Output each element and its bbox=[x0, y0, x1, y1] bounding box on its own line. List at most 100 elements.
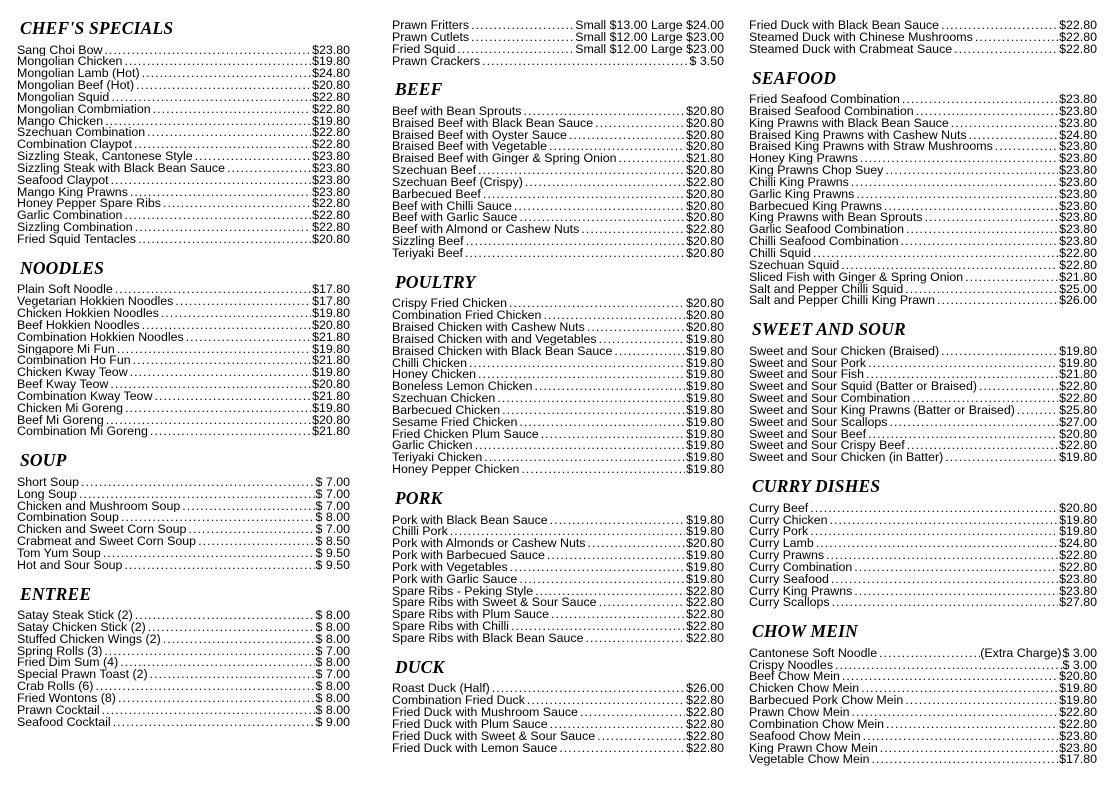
menu-item[interactable]: Sizzling Beef...........................… bbox=[392, 236, 724, 248]
menu-item[interactable]: Teriyaki Beef...........................… bbox=[392, 248, 724, 260]
menu-item[interactable]: Sang Choi Bow...........................… bbox=[17, 45, 350, 57]
menu-item[interactable]: Sizzling Steak, Cantonese Style.........… bbox=[17, 151, 350, 163]
menu-item[interactable]: Curry Pork..............................… bbox=[749, 526, 1097, 538]
menu-item[interactable]: Beef Mi Goreng..........................… bbox=[17, 415, 350, 427]
menu-item[interactable]: Short Soup..............................… bbox=[17, 477, 350, 489]
menu-item[interactable]: Salt and Pepper Chilli Squid............… bbox=[749, 284, 1097, 296]
menu-item[interactable]: Special Prawn Toast (2).................… bbox=[17, 669, 350, 681]
menu-item[interactable]: Pork with Garlic Sauce..................… bbox=[392, 574, 724, 586]
menu-item[interactable]: Braised Beef with Ginger & Spring Onion.… bbox=[392, 153, 724, 165]
menu-item[interactable]: Curry Seafood...........................… bbox=[749, 574, 1097, 586]
menu-item[interactable]: King Prawns with Bean Sprouts...........… bbox=[749, 212, 1097, 224]
menu-item[interactable]: Sesame Fried Chicken....................… bbox=[392, 417, 724, 429]
menu-item[interactable]: Braised Chicken with Black Bean Sauce...… bbox=[392, 346, 724, 358]
menu-item[interactable]: Braised Beef with Oyster Sauce..........… bbox=[392, 130, 724, 142]
menu-item[interactable]: Prawn Cutlets...........................… bbox=[392, 32, 724, 44]
menu-item[interactable]: Beef Kway Teow..........................… bbox=[17, 379, 350, 391]
menu-item[interactable]: Chilli Chicken..........................… bbox=[392, 358, 724, 370]
menu-item[interactable]: Salt and Pepper Chilli King Prawn.......… bbox=[749, 295, 1097, 307]
menu-item[interactable]: Sweet and Sour Chicken (in Batter)......… bbox=[749, 452, 1097, 464]
menu-item[interactable]: Mongolian Lamb (Hot)....................… bbox=[17, 68, 350, 80]
menu-item[interactable]: Combination Fried Chicken...............… bbox=[392, 310, 724, 322]
menu-item[interactable]: Chicken Chow Mein.......................… bbox=[749, 683, 1097, 695]
menu-item[interactable]: Steamed Duck with Chinese Mushrooms.....… bbox=[749, 32, 1097, 44]
menu-item[interactable]: Spring Rolls (3)........................… bbox=[17, 646, 350, 658]
menu-item[interactable]: Teriyaki Chicken........................… bbox=[392, 452, 724, 464]
menu-item[interactable]: Combination Kway Teow...................… bbox=[17, 391, 350, 403]
menu-item[interactable]: Beef with Bean Sprouts..................… bbox=[392, 106, 724, 118]
menu-item[interactable]: Plain Soft Noodle.......................… bbox=[17, 284, 350, 296]
menu-item[interactable]: Pork with Vegetables....................… bbox=[392, 562, 724, 574]
menu-item[interactable]: Fried Chicken Plum Sauce................… bbox=[392, 429, 724, 441]
menu-item[interactable]: Beef with Chilli Sauce..................… bbox=[392, 201, 724, 213]
menu-item[interactable]: Honey Pepper Spare Ribs.................… bbox=[17, 198, 350, 210]
menu-item[interactable]: Spare Ribs with Chilli..................… bbox=[392, 621, 724, 633]
menu-item[interactable]: Pork with Almonds or Cashew Nuts........… bbox=[392, 538, 724, 550]
menu-item[interactable]: Curry King Prawns.......................… bbox=[749, 586, 1097, 598]
menu-item[interactable]: Fried Duck with Lemon Sauce.............… bbox=[392, 743, 724, 755]
menu-item[interactable]: Mongolian Combmiation...................… bbox=[17, 104, 350, 116]
menu-item[interactable]: Beef Hokkien Noodles....................… bbox=[17, 320, 350, 332]
menu-item[interactable]: Curry Combination.......................… bbox=[749, 562, 1097, 574]
menu-item[interactable]: Singapore Mi Fun........................… bbox=[17, 344, 350, 356]
menu-item[interactable]: Long Soup...............................… bbox=[17, 489, 350, 501]
menu-item[interactable]: Szechuan Beef (Crispy)..................… bbox=[392, 177, 724, 189]
menu-item[interactable]: Barbecued Chicken.......................… bbox=[392, 405, 724, 417]
menu-item[interactable]: Garlic Combination......................… bbox=[17, 210, 350, 222]
menu-item[interactable]: Szechuan Combination....................… bbox=[17, 127, 350, 139]
menu-item[interactable]: Honey King Prawns.......................… bbox=[749, 153, 1097, 165]
menu-item[interactable]: King Prawns with Black Bean Sauce.......… bbox=[749, 118, 1097, 130]
menu-item[interactable]: Sweet and Sour King Prawns (Batter or Br… bbox=[749, 405, 1097, 417]
menu-item[interactable]: Beef with Garlic Sauce..................… bbox=[392, 212, 724, 224]
menu-item[interactable]: Pork with Black Bean Sauce..............… bbox=[392, 515, 724, 527]
menu-item[interactable]: Fried Duck with Black Bean Sauce........… bbox=[749, 20, 1097, 32]
menu-item[interactable]: Braised Chicken with Cashew Nuts........… bbox=[392, 322, 724, 334]
menu-item[interactable]: Curry Chicken...........................… bbox=[749, 515, 1097, 527]
menu-item[interactable]: Sliced Fish with Ginger & Spring Onion..… bbox=[749, 272, 1097, 284]
menu-item[interactable]: Braised Chicken with and Vegetables.....… bbox=[392, 334, 724, 346]
menu-item[interactable]: Crispy Fried Chicken....................… bbox=[392, 298, 724, 310]
menu-item[interactable]: Braised King Prawns with Straw Mushrooms… bbox=[749, 141, 1097, 153]
menu-item[interactable]: Barbecued Pork Chow Mein................… bbox=[749, 695, 1097, 707]
menu-item[interactable]: Stuffed Chicken Wings (2)...............… bbox=[17, 634, 350, 646]
menu-item[interactable]: Beef Chow Mein..........................… bbox=[749, 671, 1097, 683]
menu-item[interactable]: Curry Lamb..............................… bbox=[749, 538, 1097, 550]
menu-item[interactable]: Fried Duck with Mushroom Sauce..........… bbox=[392, 707, 724, 719]
menu-item[interactable]: Combination Ho Fun......................… bbox=[17, 355, 350, 367]
menu-item[interactable]: Boneless Lemon Chicken..................… bbox=[392, 381, 724, 393]
menu-item[interactable]: Roast Duck (Half).......................… bbox=[392, 683, 724, 695]
menu-item[interactable]: Prawn Cocktail..........................… bbox=[17, 705, 350, 717]
menu-item[interactable]: Seafood Claypot.........................… bbox=[17, 175, 350, 187]
menu-item[interactable]: Braised King Prawns with Cashew Nuts....… bbox=[749, 130, 1097, 142]
menu-item[interactable]: Prawn Fritters..........................… bbox=[392, 20, 724, 32]
menu-item[interactable]: Pork with Barbecued Sauce...............… bbox=[392, 550, 724, 562]
menu-item[interactable]: Sweet and Sour Pork.....................… bbox=[749, 358, 1097, 370]
menu-item[interactable]: Barbecued King Prawns...................… bbox=[749, 201, 1097, 213]
menu-item[interactable]: Crispy Noodles..........................… bbox=[749, 660, 1097, 672]
menu-item[interactable]: Mongolian Beef (Hot)....................… bbox=[17, 80, 350, 92]
menu-item[interactable]: Crabmeat and Sweet Corn Soup............… bbox=[17, 536, 350, 548]
menu-item[interactable]: Garlic King Prawns......................… bbox=[749, 189, 1097, 201]
menu-item[interactable]: Tom Yum Soup............................… bbox=[17, 548, 350, 560]
menu-item[interactable]: Combination Fried Duck..................… bbox=[392, 695, 724, 707]
menu-item[interactable]: Seafood Cocktail........................… bbox=[17, 717, 350, 729]
menu-item[interactable]: Chilli Seafood Combination..............… bbox=[749, 236, 1097, 248]
menu-item[interactable]: Fried Duck with Sweet & Sour Sauce......… bbox=[392, 731, 724, 743]
menu-item[interactable]: Barbecued Beef..........................… bbox=[392, 189, 724, 201]
menu-item[interactable]: Garlic Seafood Combination..............… bbox=[749, 224, 1097, 236]
menu-item[interactable]: Satay Chicken Stick (2).................… bbox=[17, 622, 350, 634]
menu-item[interactable]: Honey Chicken...........................… bbox=[392, 369, 724, 381]
menu-item[interactable]: King Prawns Chop Suey...................… bbox=[749, 165, 1097, 177]
menu-item[interactable]: Chicken Kway Teow.......................… bbox=[17, 367, 350, 379]
menu-item[interactable]: Fried Squid Tentacles...................… bbox=[17, 234, 350, 246]
menu-item[interactable]: Fried Duck with Plum Sauce..............… bbox=[392, 719, 724, 731]
menu-item[interactable]: Combination Mi Goreng...................… bbox=[17, 426, 350, 438]
menu-item[interactable]: Sweet and Sour Beef.....................… bbox=[749, 429, 1097, 441]
menu-item[interactable]: Garlic Chicken..........................… bbox=[392, 440, 724, 452]
menu-item[interactable]: Sweet and Sour Fish.....................… bbox=[749, 369, 1097, 381]
menu-item[interactable]: Cantonese Soft Noodle...................… bbox=[749, 648, 1097, 660]
menu-item[interactable]: Szechuan Chicken........................… bbox=[392, 393, 724, 405]
menu-item[interactable]: Combination Hokkien Noodles.............… bbox=[17, 332, 350, 344]
menu-item[interactable]: Combination Claypot.....................… bbox=[17, 139, 350, 151]
menu-item[interactable]: Vegetable Chow Mein.....................… bbox=[749, 754, 1097, 766]
